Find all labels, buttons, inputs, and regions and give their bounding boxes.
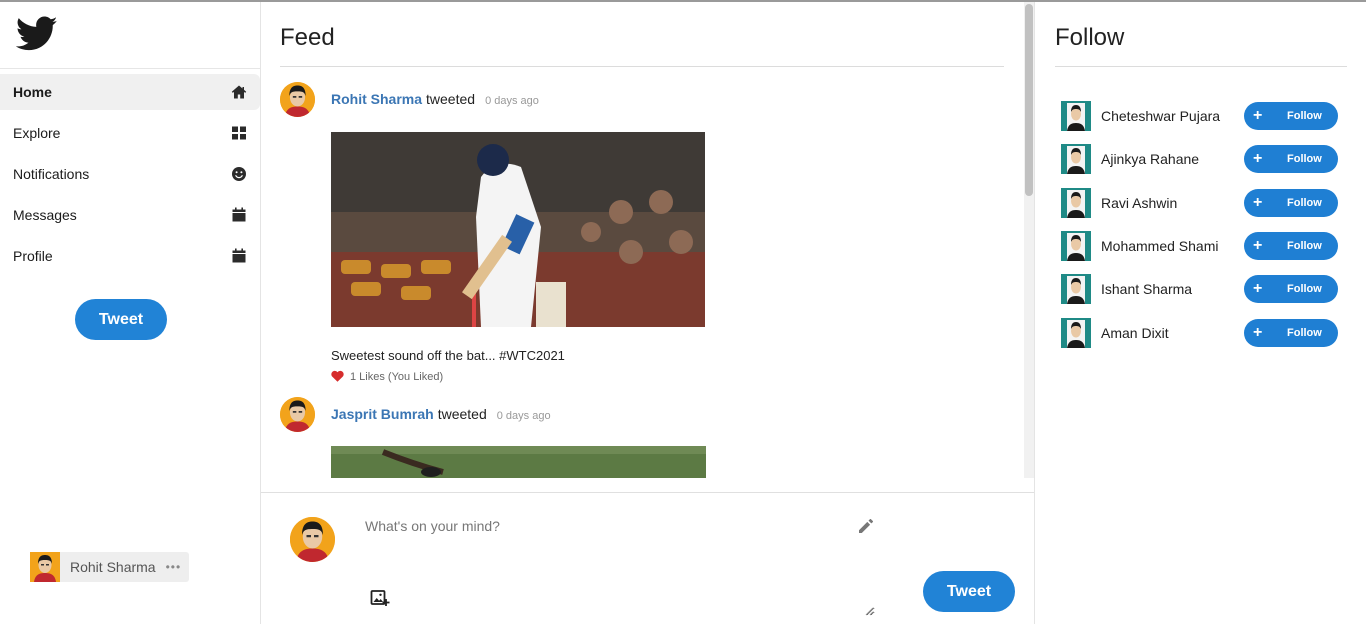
grid-icon xyxy=(232,126,246,140)
more-options-icon[interactable]: ••• xyxy=(166,560,182,574)
post-likes-text: 1 Likes (You Liked) xyxy=(350,370,444,383)
smile-icon xyxy=(232,167,246,181)
follow-button-label: Follow xyxy=(1287,327,1322,339)
post-author-link[interactable]: Rohit Sharma xyxy=(331,91,422,107)
sidebar-item-explore[interactable]: Explore xyxy=(0,115,260,151)
suggestion-name[interactable]: Cheteshwar Pujara xyxy=(1101,108,1244,124)
feed-divider xyxy=(280,66,1004,67)
calendar-icon xyxy=(232,248,246,263)
suggestion-avatar[interactable] xyxy=(1061,188,1091,218)
compose-tweet-button[interactable]: Tweet xyxy=(923,571,1015,612)
post-header: Rohit Sharma tweeted 0 days ago xyxy=(331,91,539,107)
post-image[interactable] xyxy=(331,446,706,478)
post-verb: tweeted xyxy=(437,406,487,422)
suggestion-avatar[interactable] xyxy=(1061,274,1091,304)
feed-scrollbar-thumb[interactable] xyxy=(1025,4,1033,196)
follow-suggestion-item: Cheteshwar Pujara + Follow xyxy=(1061,101,1341,131)
follow-title: Follow xyxy=(1055,24,1125,51)
user-avatar xyxy=(30,552,60,582)
follow-button[interactable]: + Follow xyxy=(1244,102,1338,130)
post-author-avatar[interactable] xyxy=(280,397,315,432)
heart-icon[interactable] xyxy=(331,370,344,383)
suggestion-avatar[interactable] xyxy=(1061,231,1091,261)
follow-button-label: Follow xyxy=(1287,197,1322,209)
feed-title: Feed xyxy=(280,24,335,51)
composer-divider xyxy=(261,492,1034,493)
follow-suggestion-item: Ishant Sharma + Follow xyxy=(1061,274,1341,304)
suggestion-name[interactable]: Ajinkya Rahane xyxy=(1101,151,1244,167)
post-author-avatar[interactable] xyxy=(280,82,315,117)
plus-icon: + xyxy=(1253,280,1263,297)
follow-button-label: Follow xyxy=(1287,153,1322,165)
compose-textarea[interactable] xyxy=(355,510,875,616)
post-image[interactable] xyxy=(331,132,705,327)
follow-button-label: Follow xyxy=(1287,110,1322,122)
current-user-chip[interactable]: Rohit Sharma ••• xyxy=(30,552,189,582)
sidebar-item-label: Home xyxy=(13,84,52,100)
suggestion-name[interactable]: Ravi Ashwin xyxy=(1101,195,1244,211)
follow-button[interactable]: + Follow xyxy=(1244,189,1338,217)
follow-button[interactable]: + Follow xyxy=(1244,145,1338,173)
sidebar-item-label: Profile xyxy=(13,248,53,264)
suggestion-name[interactable]: Aman Dixit xyxy=(1101,325,1244,341)
post-author-link[interactable]: Jasprit Bumrah xyxy=(331,406,434,422)
twitter-logo-icon[interactable] xyxy=(16,16,58,52)
suggestion-avatar[interactable] xyxy=(1061,101,1091,131)
logo-divider xyxy=(0,68,260,69)
post-header: Jasprit Bumrah tweeted 0 days ago xyxy=(331,406,551,422)
plus-icon: + xyxy=(1253,237,1263,254)
home-icon xyxy=(231,85,247,99)
left-divider xyxy=(260,2,261,624)
plus-icon: + xyxy=(1253,324,1263,341)
sidebar-item-home[interactable]: Home xyxy=(0,74,260,110)
suggestion-name[interactable]: Mohammed Shami xyxy=(1101,238,1244,254)
resize-grip-icon[interactable] xyxy=(864,606,874,616)
pencil-icon xyxy=(859,518,874,533)
post-likes[interactable]: 1 Likes (You Liked) xyxy=(331,370,443,383)
plus-icon: + xyxy=(1253,150,1263,167)
follow-button-label: Follow xyxy=(1287,240,1322,252)
post-timestamp: 0 days ago xyxy=(496,410,551,422)
suggestion-avatar[interactable] xyxy=(1061,144,1091,174)
composer-avatar xyxy=(290,517,335,562)
right-divider xyxy=(1034,2,1035,624)
sidebar-item-messages[interactable]: Messages xyxy=(0,197,260,233)
sidebar-tweet-button[interactable]: Tweet xyxy=(75,299,167,340)
follow-suggestion-item: Ajinkya Rahane + Follow xyxy=(1061,144,1341,174)
post-verb: tweeted xyxy=(426,91,476,107)
sidebar-item-label: Messages xyxy=(13,207,77,223)
calendar-icon xyxy=(232,207,246,222)
plus-icon: + xyxy=(1253,107,1263,124)
follow-button-label: Follow xyxy=(1287,283,1322,295)
follow-suggestion-item: Aman Dixit + Follow xyxy=(1061,318,1341,348)
suggestion-name[interactable]: Ishant Sharma xyxy=(1101,281,1244,297)
sidebar-item-profile[interactable]: Profile xyxy=(0,238,260,274)
follow-button[interactable]: + Follow xyxy=(1244,232,1338,260)
post-text: Sweetest sound off the bat... #WTC2021 xyxy=(331,348,565,363)
post-timestamp: 0 days ago xyxy=(485,95,539,107)
sidebar-item-label: Explore xyxy=(13,125,61,141)
add-image-icon[interactable] xyxy=(370,588,390,608)
follow-suggestion-item: Mohammed Shami + Follow xyxy=(1061,231,1341,261)
follow-button[interactable]: + Follow xyxy=(1244,319,1338,347)
follow-suggestion-item: Ravi Ashwin + Follow xyxy=(1061,188,1341,218)
sidebar: Home Explore Notifications Messages Prof… xyxy=(0,2,260,624)
follow-divider xyxy=(1055,66,1347,67)
sidebar-item-label: Notifications xyxy=(13,166,90,182)
current-user-name: Rohit Sharma xyxy=(70,559,156,575)
follow-button[interactable]: + Follow xyxy=(1244,275,1338,303)
plus-icon: + xyxy=(1253,194,1263,211)
suggestion-avatar[interactable] xyxy=(1061,318,1091,348)
sidebar-item-notifications[interactable]: Notifications xyxy=(0,156,260,192)
